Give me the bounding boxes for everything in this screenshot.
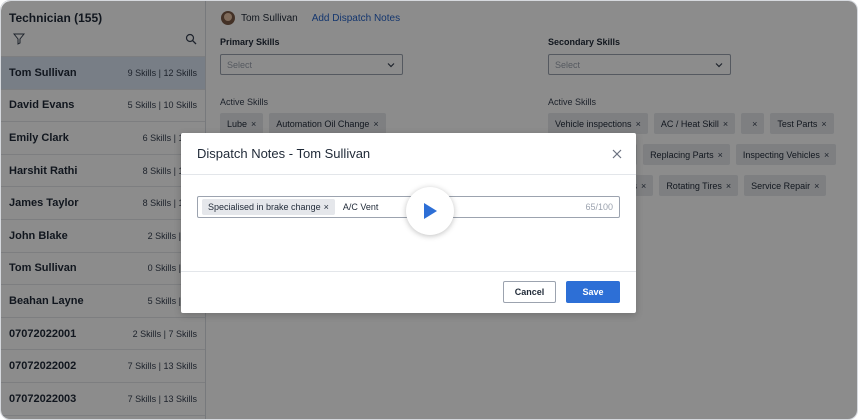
cancel-button[interactable]: Cancel [503, 281, 556, 303]
note-chip-label: Specialised in brake change [208, 202, 321, 212]
play-button[interactable] [406, 187, 454, 235]
modal-title: Dispatch Notes - Tom Sullivan [197, 146, 371, 161]
save-button[interactable]: Save [566, 281, 620, 303]
play-icon [424, 203, 437, 219]
remove-note-icon[interactable]: × [324, 202, 329, 212]
modal-footer: Cancel Save [181, 271, 636, 313]
close-icon[interactable] [612, 149, 622, 159]
modal-header: Dispatch Notes - Tom Sullivan [181, 133, 636, 175]
note-chip: Specialised in brake change × [202, 199, 335, 215]
character-count: 65/100 [585, 202, 613, 212]
note-text: A/C Vent [342, 202, 379, 212]
app-window: Technician (155) Tom Sullivan 9 Skills | … [0, 0, 858, 420]
